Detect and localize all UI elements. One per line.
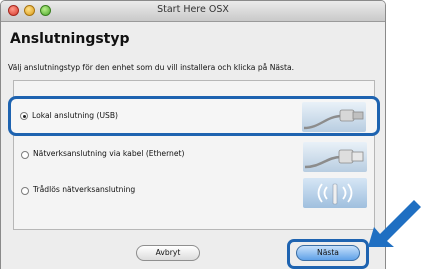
title-bar: Start Here OSX: [1, 1, 385, 22]
usb-radio-button[interactable]: [20, 112, 28, 120]
window-title: Start Here OSX: [157, 4, 229, 15]
wireless-icon: [303, 178, 367, 208]
option-wireless[interactable]: Trådlös nätverksanslutning: [13, 174, 375, 212]
ethernet-cable-icon: [303, 142, 367, 172]
wireless-radio-button[interactable]: [21, 187, 29, 195]
option-usb[interactable]: Lokal anslutning (USB): [8, 96, 380, 136]
pointer-arrow-icon: [368, 200, 421, 247]
ethernet-radio-button[interactable]: [21, 151, 29, 159]
usb-cable-icon: [302, 102, 366, 132]
usb-option-label: Lokal anslutning (USB): [32, 111, 118, 120]
page-instructions: Välj anslutningstyp för den enhet som du…: [8, 63, 295, 72]
cancel-button[interactable]: Avbryt: [136, 245, 200, 261]
next-button[interactable]: Nästa: [296, 245, 360, 261]
option-ethernet[interactable]: Nätverksanslutning via kabel (Ethernet): [13, 138, 375, 176]
wireless-option-label: Trådlös nätverksanslutning: [33, 185, 136, 194]
ethernet-option-label: Nätverksanslutning via kabel (Ethernet): [33, 149, 185, 158]
page-heading: Anslutningstyp: [10, 31, 130, 47]
